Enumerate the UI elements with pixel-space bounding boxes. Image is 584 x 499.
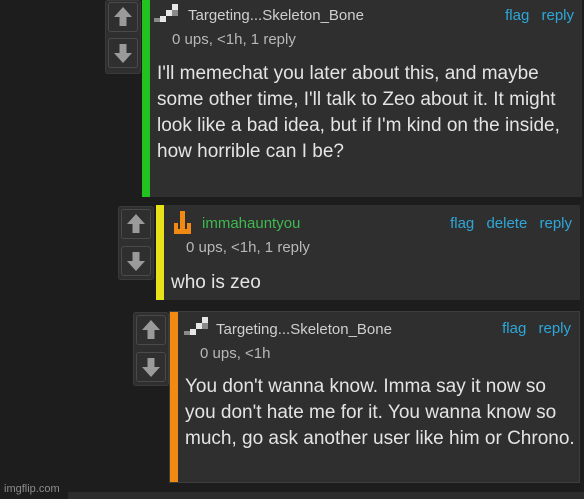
flag-link[interactable]: flag (450, 215, 474, 232)
vote-box (105, 0, 141, 74)
upvote-arrow-icon (142, 320, 160, 339)
downvote-button[interactable] (108, 38, 138, 68)
comment-accent-bar (170, 312, 178, 482)
comment-meta: 0 ups, <1h (200, 345, 271, 362)
upvote-arrow-icon (127, 214, 145, 233)
vote-box (118, 206, 154, 280)
orange-anchor-avatar (174, 211, 191, 234)
upvote-arrow-icon (114, 7, 132, 26)
comment-text: I'll memechat you later about this, and … (157, 63, 560, 162)
comment-meta: 0 ups, <1h, 1 reply (172, 31, 296, 48)
comment-accent-bar (142, 0, 150, 197)
upvote-button[interactable] (136, 315, 166, 345)
reply-link[interactable]: reply (539, 215, 572, 232)
flag-link[interactable]: flag (502, 320, 526, 337)
pixel-staircase-avatar (154, 4, 178, 22)
comment-username[interactable]: Targeting...Skeleton_Bone (216, 321, 392, 338)
comment-actions: flag reply (494, 320, 571, 337)
reply-link[interactable]: reply (538, 320, 571, 337)
reply-link[interactable]: reply (541, 7, 574, 24)
downvote-arrow-icon (127, 252, 145, 271)
comment-actions: flag delete reply (442, 215, 572, 232)
comment-username[interactable]: immahauntyou (202, 215, 300, 232)
vote-box (133, 312, 169, 386)
upvote-button[interactable] (108, 2, 138, 32)
comment-accent-bar (156, 205, 164, 300)
next-comment-edge (68, 492, 584, 499)
comment-card: immahauntyou 0 ups, <1h, 1 reply flag de… (156, 205, 580, 300)
pixel-staircase-avatar (184, 317, 208, 335)
downvote-arrow-icon (114, 44, 132, 63)
comment-card: Targeting...Skeleton_Bone 0 ups, <1h fla… (169, 311, 580, 483)
comment-text: You don't wanna know. Imma say it now so… (185, 376, 575, 449)
comment-actions: flag reply (497, 7, 574, 24)
downvote-button[interactable] (121, 246, 151, 276)
comment-username[interactable]: Targeting...Skeleton_Bone (188, 7, 364, 24)
downvote-button[interactable] (136, 352, 166, 382)
upvote-button[interactable] (121, 209, 151, 239)
comment-text: who is zeo (171, 272, 261, 293)
downvote-arrow-icon (142, 358, 160, 377)
comment-meta: 0 ups, <1h, 1 reply (186, 239, 310, 256)
flag-link[interactable]: flag (505, 7, 529, 24)
delete-link[interactable]: delete (486, 215, 527, 232)
comment-card: Targeting...Skeleton_Bone 0 ups, <1h, 1 … (142, 0, 582, 197)
imgflip-watermark: imgflip.com (4, 483, 60, 495)
